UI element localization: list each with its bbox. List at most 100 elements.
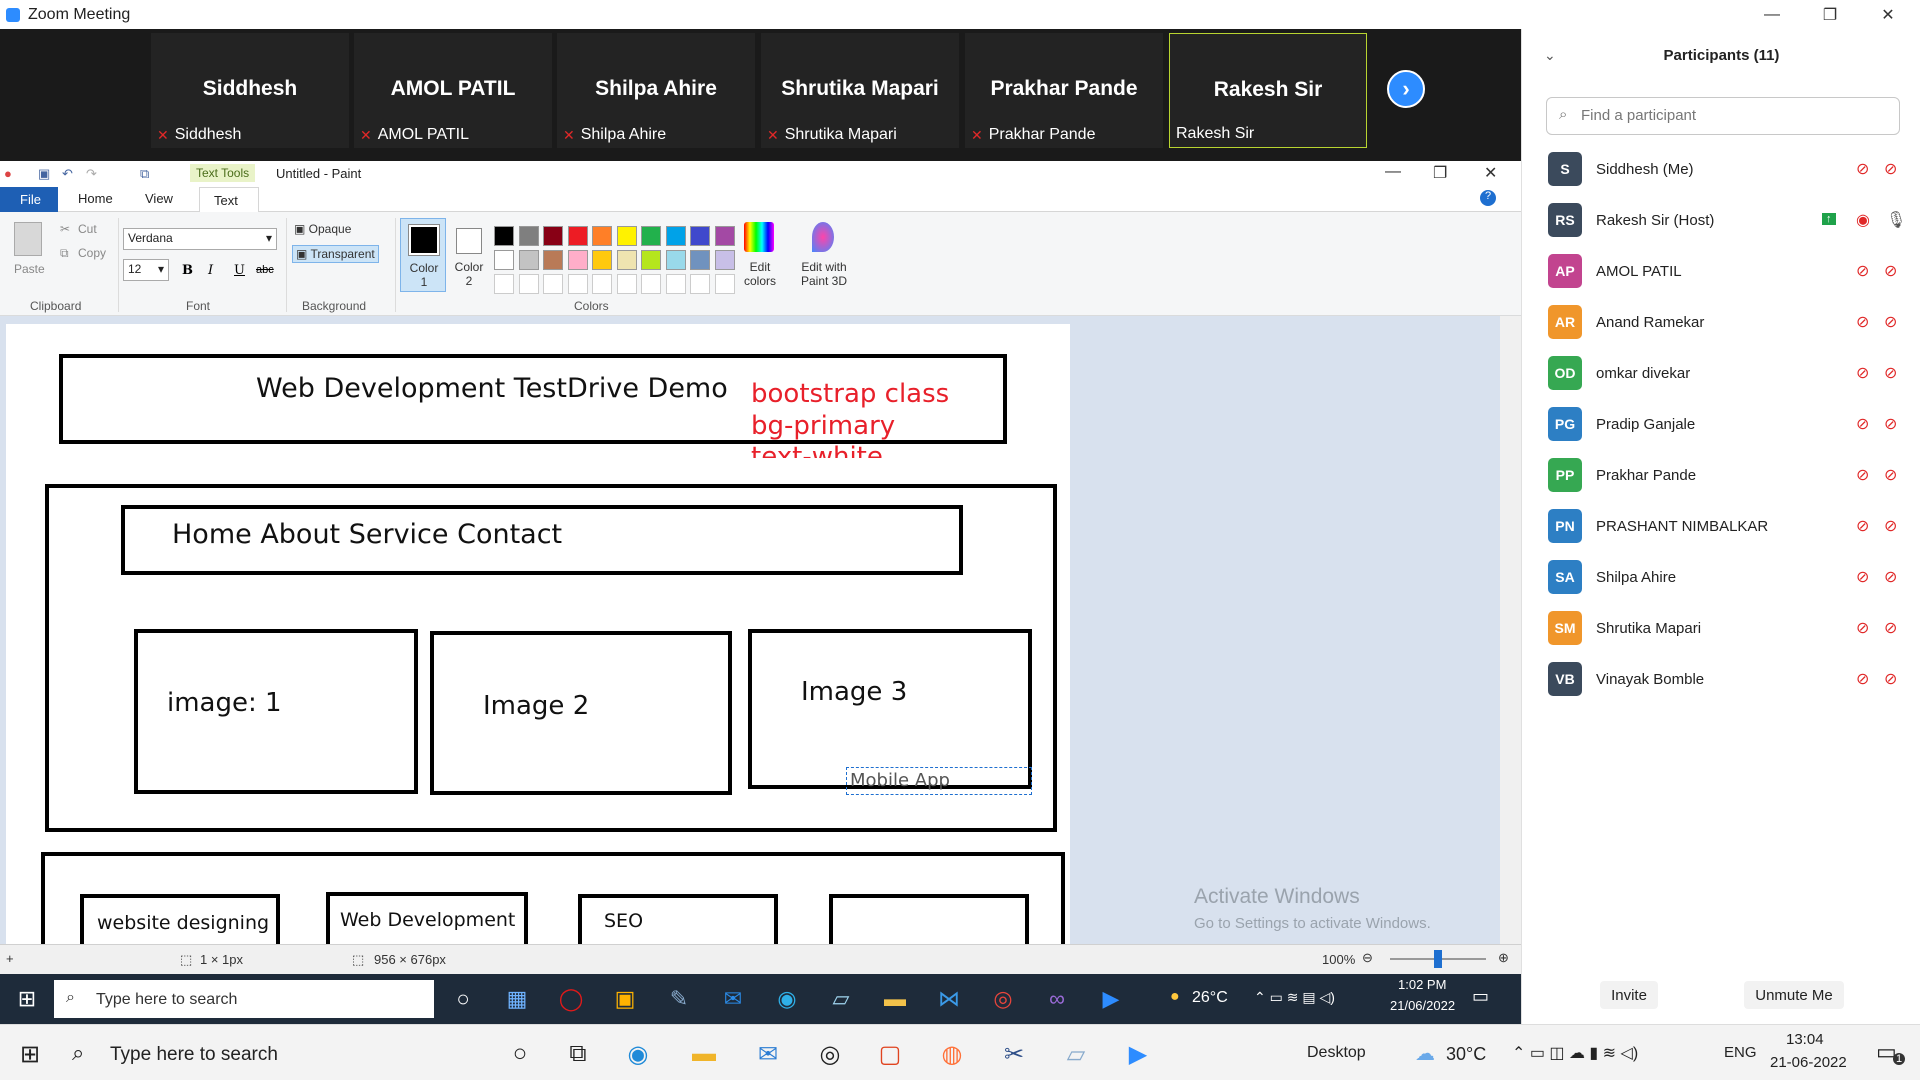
zoom-slider-thumb[interactable]: [1434, 950, 1442, 968]
underline-button[interactable]: U: [234, 263, 245, 278]
custom-color-slot[interactable]: [494, 274, 514, 294]
custom-color-slot[interactable]: [714, 274, 735, 294]
file-explorer-icon[interactable]: ▬: [878, 982, 912, 1016]
vscode-icon[interactable]: ⋈: [932, 982, 966, 1016]
redo-icon[interactable]: ↷: [86, 166, 97, 182]
video-tile[interactable]: Prakhar Pande ✕ Prakhar Pande: [965, 33, 1163, 148]
opera-icon[interactable]: ◯: [554, 982, 588, 1016]
notepad-icon[interactable]: ▱: [1058, 1036, 1094, 1072]
task-view-icon[interactable]: ⧉: [560, 1036, 596, 1072]
palette-swatch[interactable]: [616, 226, 637, 246]
next-page-arrow-icon[interactable]: ›: [1387, 70, 1425, 108]
participant-row[interactable]: OD omkar divekar ⊘ ⊘: [1522, 350, 1920, 401]
notification-icon[interactable]: ▭: [1472, 986, 1489, 1007]
visual-studio-icon[interactable]: ∞: [1040, 982, 1074, 1016]
participant-row[interactable]: AR Anand Ramekar ⊘ ⊘: [1522, 299, 1920, 350]
tray-icons[interactable]: ⌃ ▭ ≋ ▤ ◁): [1254, 989, 1335, 1006]
palette-swatch[interactable]: [567, 226, 588, 246]
firefox-icon[interactable]: ◍: [934, 1036, 970, 1072]
palette-swatch[interactable]: [592, 226, 612, 246]
chrome-icon[interactable]: ◎: [986, 982, 1020, 1016]
custom-color-slot[interactable]: [567, 274, 588, 294]
tray-icons[interactable]: ⌃ ▭ ◫ ☁ ▮ ≋ ◁): [1512, 1043, 1638, 1063]
notepad-icon[interactable]: ▱: [824, 982, 858, 1016]
task-view-icon[interactable]: ○: [446, 982, 480, 1016]
font-family-select[interactable]: Verdana ▾: [123, 228, 277, 250]
video-tile[interactable]: Shrutika Mapari ✕ Shrutika Mapari: [761, 33, 959, 148]
custom-color-slot[interactable]: [616, 274, 637, 294]
edge-icon[interactable]: ◉: [620, 1036, 656, 1072]
palette-swatch[interactable]: [690, 250, 710, 270]
transparent-button[interactable]: ▣ Transparent: [292, 245, 379, 263]
snipping-tool-icon[interactable]: ✂: [996, 1036, 1032, 1072]
windows-start-icon[interactable]: ⊞: [12, 1036, 48, 1072]
edit-colors-button[interactable]: Edit colors: [740, 260, 780, 288]
tab-file[interactable]: File: [0, 187, 58, 212]
help-icon[interactable]: ?: [1480, 190, 1496, 206]
palette-swatch[interactable]: [518, 226, 539, 246]
paste-button[interactable]: Paste: [14, 262, 45, 276]
file-explorer-icon[interactable]: ▬: [686, 1036, 722, 1072]
paste-icon[interactable]: [14, 222, 42, 256]
desktop-toolbar[interactable]: Desktop: [1307, 1044, 1366, 1062]
undo-icon[interactable]: ↶: [62, 166, 73, 182]
zoom-taskbar-icon[interactable]: ▶: [1120, 1036, 1156, 1072]
palette-swatch[interactable]: [641, 226, 661, 246]
color2-button[interactable]: Color 2: [450, 218, 488, 292]
taskbar-search-box[interactable]: ⌕ Type here to search: [60, 1031, 440, 1075]
palette-swatch[interactable]: [665, 250, 686, 270]
palette-swatch[interactable]: [641, 250, 661, 270]
palette-swatch[interactable]: [592, 250, 612, 270]
edit-with-paint3d-button[interactable]: Edit with Paint 3D: [796, 260, 852, 288]
custom-color-slot[interactable]: [641, 274, 661, 294]
video-tile-active[interactable]: Rakesh Sir Rakesh Sir: [1169, 33, 1367, 148]
participant-row[interactable]: AP AMOL PATIL ⊘ ⊘: [1522, 248, 1920, 299]
calculator-icon[interactable]: ▦: [500, 982, 534, 1016]
invite-button[interactable]: Invite: [1600, 981, 1658, 1009]
restore-button[interactable]: ❐: [1801, 0, 1859, 29]
drawing-canvas[interactable]: Web Development TestDrive Demo bootstrap…: [6, 324, 1070, 962]
zoom-in-icon[interactable]: ⊕: [1498, 950, 1509, 966]
tab-text[interactable]: Text: [199, 187, 259, 213]
palette-swatch[interactable]: [518, 250, 539, 270]
font-size-select[interactable]: 12 ▾: [123, 259, 169, 281]
vertical-scrollbar[interactable]: [1500, 316, 1521, 944]
shared-search-box[interactable]: ⌕ Type here to search: [54, 980, 434, 1018]
paint-restore-button[interactable]: ❐: [1433, 163, 1447, 183]
unmute-me-button[interactable]: Unmute Me: [1744, 981, 1844, 1009]
customize-toolbar-icon[interactable]: ⧉: [140, 166, 149, 182]
palette-swatch[interactable]: [543, 226, 563, 246]
language-indicator[interactable]: ENG: [1724, 1044, 1757, 1061]
custom-color-slot[interactable]: [665, 274, 686, 294]
custom-color-slot[interactable]: [518, 274, 539, 294]
participant-row[interactable]: SM Shrutika Mapari ⊘ ⊘: [1522, 605, 1920, 656]
mail-icon[interactable]: ✉: [716, 982, 750, 1016]
custom-color-slot[interactable]: [592, 274, 612, 294]
video-tile[interactable]: Siddhesh ✕ Siddhesh: [151, 33, 349, 148]
save-icon[interactable]: ▣: [38, 166, 50, 182]
palette-swatch[interactable]: [543, 250, 563, 270]
italic-button[interactable]: I: [208, 263, 213, 278]
windows-start-icon[interactable]: ⊞: [10, 982, 44, 1016]
participant-row[interactable]: PN PRASHANT NIMBALKAR ⊘ ⊘: [1522, 503, 1920, 554]
dell-icon[interactable]: ◎: [812, 1036, 848, 1072]
participant-row[interactable]: VB Vinayak Bomble ⊘ ⊘: [1522, 656, 1920, 707]
zoom-taskbar-icon[interactable]: ▶: [1094, 982, 1128, 1016]
paint-close-button[interactable]: ✕: [1484, 163, 1497, 183]
office-icon[interactable]: ▢: [872, 1036, 908, 1072]
opaque-button[interactable]: ▣ Opaque: [294, 222, 351, 236]
strikethrough-button[interactable]: abc: [256, 264, 274, 276]
custom-color-slot[interactable]: [543, 274, 563, 294]
participant-row[interactable]: RS Rakesh Sir (Host) ↑ ◉ 🎙: [1522, 197, 1920, 248]
palette-swatch[interactable]: [714, 250, 735, 270]
participant-row[interactable]: PP Prakhar Pande ⊘ ⊘: [1522, 452, 1920, 503]
palette-swatch[interactable]: [567, 250, 588, 270]
minimize-button[interactable]: —: [1743, 0, 1801, 29]
paint-minimize-button[interactable]: —: [1385, 163, 1401, 181]
cut-button[interactable]: Cut: [78, 222, 97, 236]
video-tile[interactable]: Shilpa Ahire ✕ Shilpa Ahire: [557, 33, 755, 148]
color1-button[interactable]: Color 1: [400, 218, 446, 292]
participant-search-input[interactable]: ⌕ Find a participant: [1546, 97, 1900, 135]
bold-button[interactable]: B: [182, 263, 193, 278]
tab-home[interactable]: Home: [78, 191, 113, 206]
